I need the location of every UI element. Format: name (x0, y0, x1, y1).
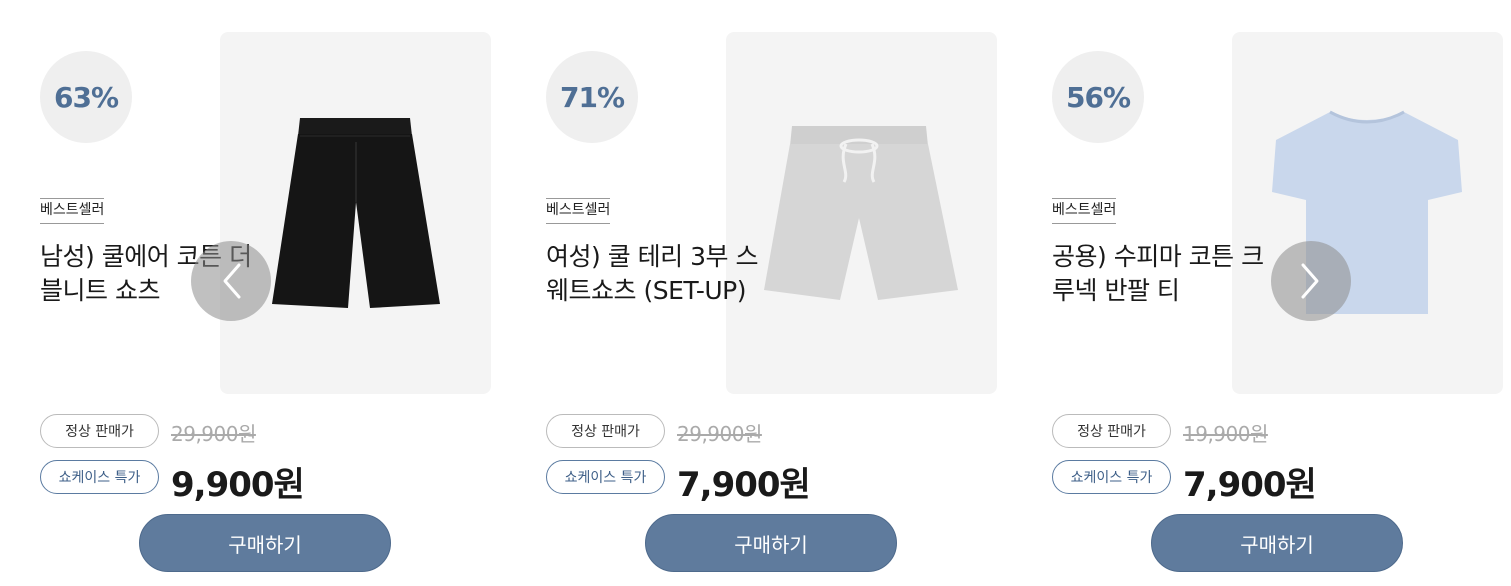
product-title[interactable]: 여성) 쿨 테리 3부 스웨트쇼츠 (SET-UP) (546, 240, 761, 308)
black-shorts-image (272, 118, 440, 308)
chevron-left-icon (223, 263, 241, 299)
product-image-grey-sweat-shorts[interactable] (726, 32, 997, 394)
carousel-next-button[interactable] (1271, 241, 1351, 321)
special-price-label: 쇼케이스 특가 (40, 460, 159, 494)
carousel-prev-button[interactable] (191, 241, 271, 321)
discount-badge: 63% (40, 51, 132, 143)
regular-price-label: 정상 판매가 (546, 414, 665, 448)
special-price-label: 쇼케이스 특가 (1052, 460, 1171, 494)
special-price-label: 쇼케이스 특가 (546, 460, 665, 494)
sale-price: 7,900원 (677, 465, 811, 505)
product-image-black-shorts[interactable] (220, 32, 491, 394)
original-price: 29,900원 (677, 422, 762, 446)
regular-price-label: 정상 판매가 (40, 414, 159, 448)
product-carousel: 63% 베스트셀러 남성) 쿨에어 코튼 더블니트 쇼츠 정상 판매가 29,9… (0, 0, 1511, 586)
product-card: 63% 베스트셀러 남성) 쿨에어 코튼 더블니트 쇼츠 정상 판매가 29,9… (40, 0, 510, 586)
sale-price: 9,900원 (171, 465, 305, 505)
buy-button[interactable]: 구매하기 (645, 514, 897, 572)
product-title[interactable]: 공용) 수피마 코튼 크루넥 반팔 티 (1052, 240, 1267, 308)
bestseller-badge: 베스트셀러 (1052, 198, 1117, 224)
bestseller-badge: 베스트셀러 (546, 198, 611, 224)
discount-badge: 56% (1052, 51, 1144, 143)
buy-button[interactable]: 구매하기 (139, 514, 391, 572)
regular-price-label: 정상 판매가 (1052, 414, 1171, 448)
product-card: 71% 베스트셀러 여성) 쿨 테리 3부 스웨트쇼츠 (SET-UP) 정상 … (546, 0, 1016, 586)
buy-button[interactable]: 구매하기 (1151, 514, 1403, 572)
product-image-light-blue-tshirt[interactable] (1232, 32, 1503, 394)
bestseller-badge: 베스트셀러 (40, 198, 105, 224)
grey-shorts-image (764, 126, 958, 300)
discount-badge: 71% (546, 51, 638, 143)
sale-price: 7,900원 (1183, 465, 1317, 505)
chevron-right-icon (1301, 263, 1319, 299)
tshirt-image (1272, 110, 1462, 314)
original-price: 19,900원 (1183, 422, 1268, 446)
original-price: 29,900원 (171, 422, 256, 446)
